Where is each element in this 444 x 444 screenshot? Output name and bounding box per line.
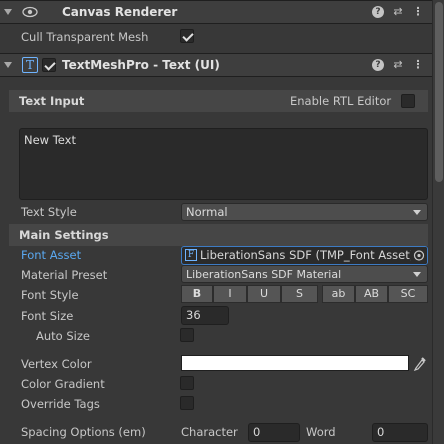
vertex-color-label: Vertex Color	[21, 357, 92, 371]
component-title: TextMeshPro - Text (UI)	[62, 58, 220, 72]
character-spacing-label: Character	[181, 425, 238, 439]
text-input-value: New Text	[24, 133, 76, 147]
character-spacing-value: 0	[253, 425, 261, 439]
override-tags-checkbox[interactable]	[180, 396, 194, 410]
spacing-options-label: Spacing Options (em)	[21, 425, 146, 439]
font-style-buttons: B I U S ab AB SC	[181, 285, 428, 303]
auto-size-label: Auto Size	[36, 329, 90, 343]
color-gradient-checkbox[interactable]	[180, 376, 194, 390]
component-title: Canvas Renderer	[62, 5, 178, 19]
enable-rtl-editor-label: Enable RTL Editor	[290, 94, 392, 108]
vertex-color-swatch[interactable]	[181, 355, 409, 371]
word-spacing-field[interactable]: 0	[372, 423, 428, 442]
textmeshpro-t-icon: T	[22, 57, 38, 73]
character-spacing-field[interactable]: 0	[248, 423, 300, 442]
kebab-menu-icon[interactable]: ⋮	[412, 6, 424, 18]
chevron-down-icon	[413, 210, 421, 215]
text-style-label: Text Style	[21, 205, 77, 219]
material-preset-value: LiberationSans SDF Material	[186, 268, 342, 281]
section-title: Main Settings	[19, 228, 109, 242]
color-gradient-label: Color Gradient	[21, 377, 105, 391]
font-style-label: Font Style	[21, 288, 79, 302]
auto-size-checkbox[interactable]	[180, 328, 194, 342]
lowercase-button[interactable]: ab	[322, 285, 355, 303]
bold-button[interactable]: B	[181, 285, 213, 303]
canvas-renderer-header[interactable]: Canvas Renderer ? ⇄ ⋮	[0, 0, 432, 24]
inspector-scrollbar[interactable]	[432, 0, 444, 444]
component-enabled-checkbox[interactable]	[42, 58, 56, 72]
eyedropper-icon[interactable]	[413, 355, 427, 374]
material-preset-label: Material Preset	[21, 268, 108, 282]
eye-icon	[22, 6, 38, 21]
kebab-menu-icon[interactable]: ⋮	[412, 59, 424, 71]
text-input-section-header: Text Input Enable RTL Editor	[9, 90, 428, 112]
smallcaps-button[interactable]: SC	[388, 285, 428, 303]
object-picker-icon[interactable]	[411, 247, 427, 264]
italic-button[interactable]: I	[213, 285, 247, 303]
presets-icon[interactable]: ⇄	[392, 59, 404, 71]
collapse-arrow-icon[interactable]	[4, 62, 12, 68]
strikethrough-button[interactable]: S	[281, 285, 318, 303]
font-asset-value: LiberationSans SDF (TMP_Font Asset)	[200, 248, 415, 262]
font-asset-field[interactable]: F LiberationSans SDF (TMP_Font Asset)	[181, 246, 428, 265]
presets-icon[interactable]: ⇄	[392, 6, 404, 18]
enable-rtl-editor-checkbox[interactable]	[401, 94, 415, 108]
font-size-field[interactable]: 36	[181, 306, 229, 325]
cull-transparent-mesh-checkbox[interactable]	[180, 29, 194, 43]
word-spacing-label: Word	[306, 425, 336, 439]
cull-transparent-mesh-label: Cull Transparent Mesh	[21, 30, 149, 44]
textmeshpro-header[interactable]: T TextMeshPro - Text (UI) ? ⇄ ⋮	[0, 53, 432, 77]
help-icon[interactable]: ?	[372, 6, 384, 18]
scrollbar-thumb[interactable]	[435, 2, 443, 182]
font-asset-label: Font Asset	[21, 248, 82, 262]
collapse-arrow-icon[interactable]	[4, 9, 12, 15]
text-style-value: Normal	[186, 205, 228, 219]
material-preset-dropdown[interactable]: LiberationSans SDF Material	[181, 265, 428, 283]
chevron-down-icon	[413, 272, 421, 277]
underline-button[interactable]: U	[247, 285, 281, 303]
text-input-area[interactable]: New Text	[19, 128, 428, 200]
section-title: Text Input	[19, 94, 85, 108]
text-style-dropdown[interactable]: Normal	[181, 203, 428, 221]
main-settings-section-header: Main Settings	[9, 224, 428, 246]
font-asset-icon: F	[185, 249, 197, 261]
font-size-label: Font Size	[21, 309, 74, 323]
font-size-value: 36	[186, 308, 201, 322]
override-tags-label: Override Tags	[21, 397, 100, 411]
help-icon[interactable]: ?	[372, 59, 384, 71]
uppercase-button[interactable]: AB	[355, 285, 388, 303]
word-spacing-value: 0	[377, 425, 385, 439]
